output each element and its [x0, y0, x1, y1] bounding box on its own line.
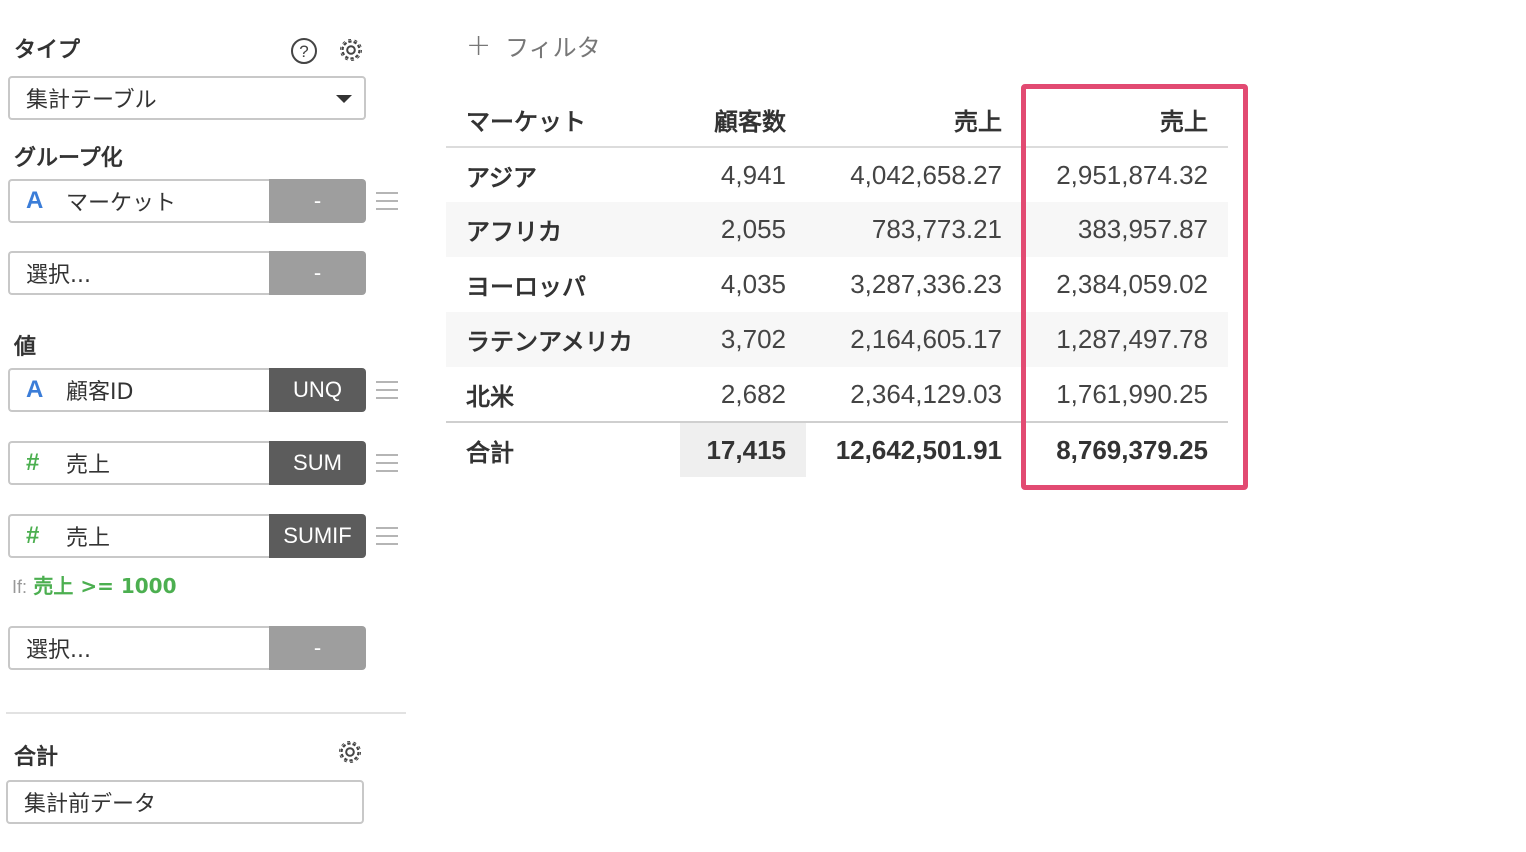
- table-cell: 4,941: [720, 159, 786, 190]
- string-type-icon: A: [26, 376, 44, 403]
- table-row: アフリカ 2,055 783,773.21 383,957.87: [446, 202, 1228, 257]
- add-filter-button[interactable]: + フィルタ: [466, 28, 601, 63]
- gear-icon[interactable]: [336, 35, 366, 65]
- caret-down-icon: [336, 95, 352, 103]
- table-row: ヨーロッパ 4,035 3,287,336.23 2,384,059.02: [446, 257, 1228, 312]
- number-type-icon: #: [26, 522, 40, 549]
- table-row: ラテンアメリカ 3,702 2,164,605.17 1,287,497.78: [446, 312, 1228, 367]
- group-field-name[interactable]: A マーケット: [8, 179, 269, 223]
- drag-handle-icon[interactable]: [376, 381, 398, 399]
- row-label: ラテンアメリカ: [446, 312, 680, 367]
- help-icon[interactable]: ?: [289, 36, 319, 66]
- value-field-select-op-button[interactable]: -: [269, 626, 366, 670]
- value-section-label: 値: [14, 335, 37, 360]
- total-cell: 17,415: [680, 421, 806, 477]
- table-cell: 2,682: [720, 378, 786, 409]
- value-field-label: 売上: [66, 526, 111, 551]
- value-field-select-label: 選択...: [26, 638, 91, 663]
- table-cell: 2,364,129.03: [850, 378, 1002, 409]
- plus-icon: +: [466, 28, 492, 63]
- group-section-label: グループ化: [14, 146, 123, 171]
- value-field-op-button[interactable]: SUM: [269, 441, 366, 485]
- group-field-label: マーケット: [66, 191, 177, 216]
- group-field-select[interactable]: 選択... -: [8, 251, 366, 295]
- svg-text:?: ?: [299, 42, 308, 61]
- sumif-condition[interactable]: If: 売上 >= 1000: [12, 570, 176, 599]
- table-cell: 383,957.87: [1022, 202, 1228, 257]
- row-label: ヨーロッパ: [466, 273, 586, 301]
- row-label: 北米: [466, 382, 514, 411]
- type-section-label: タイプ: [14, 38, 81, 63]
- column-header[interactable]: 売上: [806, 92, 1022, 148]
- column-header[interactable]: 売上: [1022, 92, 1228, 148]
- table-cell: 2,384,059.02: [1056, 269, 1208, 299]
- table-cell: 2,951,874.32: [1056, 159, 1208, 190]
- drag-handle-icon[interactable]: [376, 192, 398, 210]
- group-field-select-op-button[interactable]: -: [269, 251, 366, 295]
- if-prefix: If:: [12, 577, 28, 597]
- value-field-label: 売上: [66, 453, 111, 478]
- drag-handle-icon[interactable]: [376, 527, 398, 545]
- type-select[interactable]: 集計テーブル: [8, 76, 366, 120]
- row-label: アフリカ: [446, 202, 680, 257]
- table-cell: 4,035: [720, 269, 786, 299]
- value-field-select[interactable]: 選択... -: [8, 626, 366, 670]
- value-field-op-button[interactable]: SUMIF: [269, 514, 366, 558]
- value-field-op-button[interactable]: UNQ: [269, 368, 366, 412]
- column-header[interactable]: 顧客数: [680, 92, 806, 148]
- value-field-name[interactable]: A 顧客ID: [8, 368, 269, 412]
- value-field-customer-id[interactable]: A 顧客ID UNQ: [8, 368, 366, 412]
- table-cell: 2,055: [680, 202, 806, 257]
- table-cell: 4,042,658.27: [850, 159, 1002, 190]
- total-select[interactable]: 集計前データ: [6, 780, 364, 824]
- if-expression[interactable]: 売上 >= 1000: [33, 574, 176, 598]
- table-cell: 3,287,336.23: [850, 269, 1002, 299]
- table-total-row: 合計 17,415 12,642,501.91 8,769,379.25: [446, 421, 1228, 477]
- group-field-select-label: 選択...: [26, 263, 91, 288]
- drag-handle-icon[interactable]: [376, 454, 398, 472]
- group-field-market[interactable]: A マーケット -: [8, 179, 366, 223]
- value-field-sales-sum[interactable]: # 売上 SUM: [8, 441, 366, 485]
- table-row: アジア 4,941 4,042,658.27 2,951,874.32: [446, 147, 1228, 202]
- table-cell: 1,287,497.78: [1022, 312, 1228, 367]
- table-cell: 2,164,605.17: [806, 312, 1022, 367]
- column-header[interactable]: マーケット: [446, 92, 680, 148]
- string-type-icon: A: [26, 187, 44, 214]
- value-field-name[interactable]: # 売上: [8, 441, 269, 485]
- table-cell: 783,773.21: [806, 202, 1022, 257]
- add-filter-label: フィルタ: [505, 34, 601, 62]
- total-section-label: 合計: [14, 745, 59, 770]
- type-select-value: 集計テーブル: [26, 88, 157, 113]
- table-cell: 1,761,990.25: [1056, 378, 1208, 409]
- value-field-select-name[interactable]: 選択...: [8, 626, 269, 670]
- table-header-row: マーケット 顧客数 売上 売上: [446, 92, 1228, 148]
- group-field-select-name[interactable]: 選択...: [8, 251, 269, 295]
- value-field-label: 顧客ID: [66, 380, 134, 405]
- sidebar: タイプ ? 集計テーブル グループ化 A マーケット - 選択... - 値 A…: [0, 0, 420, 852]
- table-row: 北米 2,682 2,364,129.03 1,761,990.25: [446, 367, 1228, 422]
- total-cell: 12,642,501.91: [806, 421, 1022, 477]
- value-field-name[interactable]: # 売上: [8, 514, 269, 558]
- total-cell: 8,769,379.25: [1022, 421, 1228, 477]
- section-divider: [6, 712, 406, 714]
- value-field-sales-sumif[interactable]: # 売上 SUMIF: [8, 514, 366, 558]
- group-field-op-button[interactable]: -: [269, 179, 366, 223]
- number-type-icon: #: [26, 449, 40, 476]
- summary-table: マーケット 顧客数 売上 売上 アジア 4,941 4,042,658.27 2…: [446, 92, 1228, 477]
- total-select-value: 集計前データ: [24, 792, 157, 817]
- table-cell: 3,702: [680, 312, 806, 367]
- gear-icon[interactable]: [335, 737, 365, 767]
- total-label: 合計: [446, 421, 680, 477]
- row-label: アジア: [466, 163, 538, 192]
